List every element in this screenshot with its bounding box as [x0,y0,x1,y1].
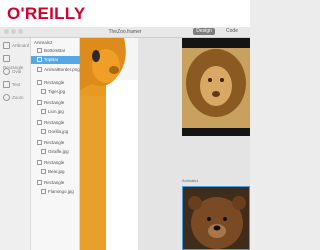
layer-icon [41,169,46,175]
tool-label: Zoom [12,95,24,100]
layers-panel: Animals2 BottomBar TopBar AnimalBorder.p… [31,38,85,250]
lion-eye [208,78,212,82]
brand-bar: O'REILLY [0,0,250,27]
layer-label: BottomBar [44,48,66,53]
bear-eye [223,217,227,221]
design-mode-button[interactable]: Design [193,28,215,35]
layer-label: Gorilla.jpg [48,129,69,134]
window-titlebar: TheZoo.framer Design Code [0,27,250,38]
layer-label: Lion.jpg [48,109,64,114]
artboard-lion[interactable] [182,38,250,136]
layer-item[interactable]: Rectangle [31,79,85,87]
rectangle-icon [3,55,10,63]
bear-ear [232,196,246,210]
tool-label: Oval [12,69,22,74]
layer-icon [37,140,42,146]
artboard-shapes [80,38,138,250]
layer-icon [37,180,42,186]
layer-label: Rectangle [44,180,65,185]
lion-photo [182,48,250,128]
orange-column [80,96,106,250]
tool-zoom[interactable]: Zoom [3,93,24,102]
logo-detail [92,50,100,62]
layer-label: Bear.jpg [48,169,65,174]
artboard-bear[interactable] [182,186,250,250]
layer-root[interactable]: Animals2 [31,39,82,47]
layer-item[interactable]: Rectangle [31,179,85,187]
lion-eye [220,78,224,82]
tool-artboard[interactable]: Artboard [3,41,29,50]
layer-icon [41,189,46,195]
tool-oval[interactable]: Oval [3,67,21,76]
design-canvas[interactable]: Animals1 [80,38,250,250]
layer-icon [41,109,46,115]
artboard-label: Animals1 [182,178,199,183]
layer-icon [37,67,42,73]
zoom-icon [3,94,10,102]
tool-text[interactable]: Text [3,80,20,89]
layer-label: Giraffe.jpg [48,149,69,154]
oval-icon [3,68,10,76]
tool-rectangle[interactable]: Rectangle [3,54,30,70]
bear-eye [207,217,211,221]
layer-label: Rectangle [44,80,65,85]
layer-label: AnimalBorder.png [44,67,80,72]
layer-icon [41,89,46,95]
layer-label: Rectangle [44,160,65,165]
layer-item[interactable]: Rectangle [31,139,85,147]
layer-icon [37,57,42,63]
layer-item[interactable]: AnimalBorder.png [31,66,85,74]
layer-item[interactable]: BottomBar [31,47,85,55]
layer-label: Animals2 [34,40,53,45]
code-mode-button[interactable]: Code [221,28,243,35]
bear-nose [213,225,221,231]
layer-icon [41,149,46,155]
tool-label: Text [12,82,21,87]
layer-item[interactable]: Rectangle [31,159,85,167]
layer-icon [37,120,42,126]
layer-label: Rectangle [44,100,65,105]
layer-item-selected[interactable]: TopBar [31,56,85,64]
artboard-animals2[interactable] [80,38,138,250]
layer-icon [37,48,42,54]
artboard-icon [3,42,10,50]
layer-icon [37,160,42,166]
tool-rail: Artboard Rectangle Oval Text Zoom [0,38,31,250]
logo-detail [109,66,119,74]
text-icon [3,81,10,89]
bear-photo [183,187,249,249]
layer-icon [37,80,42,86]
layer-item[interactable]: Rectangle [31,99,85,107]
tool-label: Artboard [12,43,30,48]
layer-label: Rectangle [44,120,65,125]
layer-label: Tiger.jpg [48,89,66,94]
lion-face [200,66,232,106]
oreilly-logo: O'REILLY [7,4,86,23]
layer-label: Rectangle [44,140,65,145]
layer-label: TopBar [44,57,59,62]
layer-label: Flamingo.jpg [48,189,74,194]
layer-icon [41,129,46,135]
bear-ear [188,196,202,210]
layer-item[interactable]: Rectangle [31,119,85,127]
layer-icon [37,100,42,106]
lion-nose [212,91,220,97]
